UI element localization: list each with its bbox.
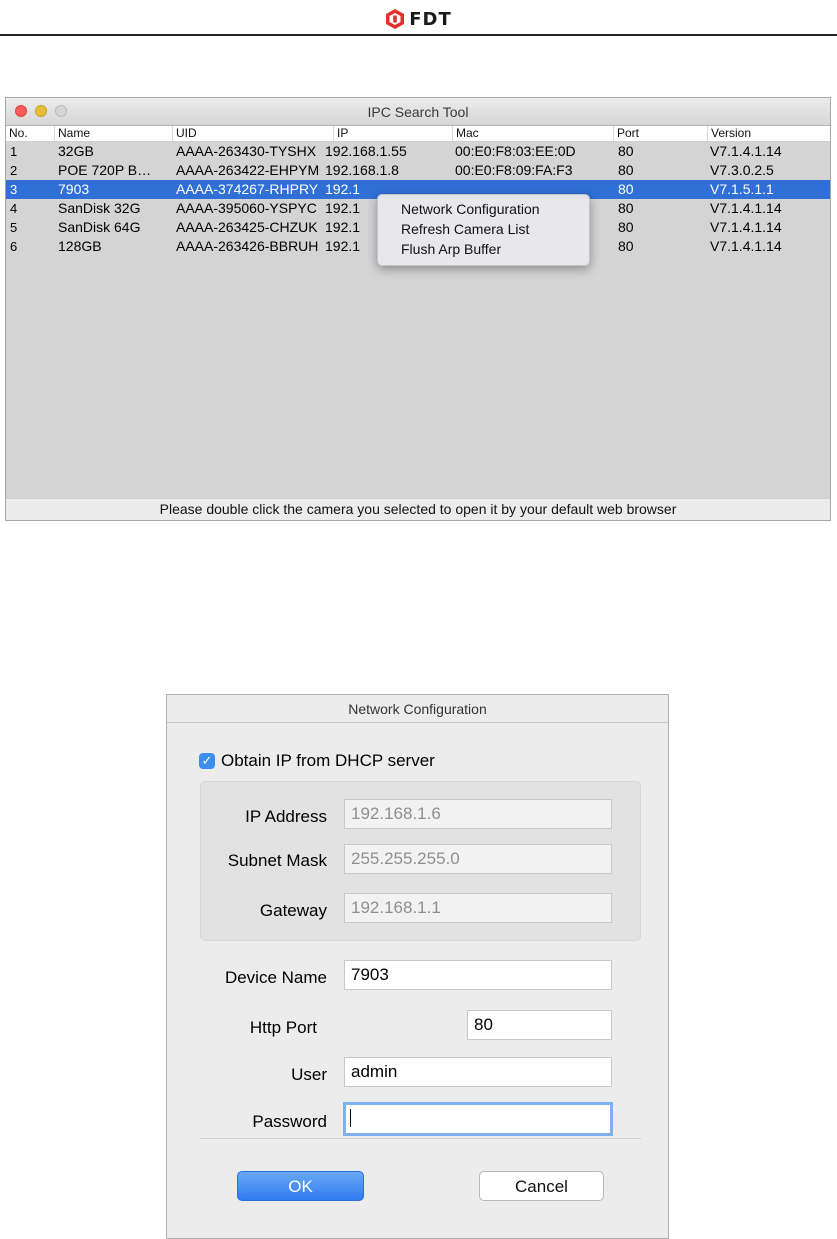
device-name-label: Device Name bbox=[224, 968, 327, 987]
column-no[interactable]: No. bbox=[6, 126, 54, 141]
http-port-field[interactable]: 80 bbox=[467, 1010, 612, 1040]
cell-port: 80 bbox=[618, 162, 634, 178]
cell-ip: 192.1 bbox=[325, 200, 361, 216]
cell-port: 80 bbox=[618, 181, 634, 197]
table-header: No. Name UID IP Mac Port Version bbox=[6, 126, 830, 142]
cell-version: V7.1.4.1.14 bbox=[710, 200, 782, 216]
cell-version: V7.1.5.1.1 bbox=[710, 181, 774, 197]
dhcp-checkbox[interactable]: ✓ bbox=[199, 753, 215, 769]
dhcp-option[interactable]: ✓ Obtain IP from DHCP server bbox=[199, 751, 435, 771]
cell-name: 128GB bbox=[58, 238, 102, 254]
password-field[interactable] bbox=[343, 1102, 613, 1136]
ok-button[interactable]: OK bbox=[237, 1171, 364, 1201]
cell-mac: 00:E0:F8:03:EE:0D bbox=[455, 143, 576, 159]
user-field[interactable]: admin bbox=[344, 1057, 612, 1087]
ipc-search-window: IPC Search Tool No. Name UID IP Mac Port… bbox=[5, 97, 831, 521]
column-uid[interactable]: UID bbox=[172, 126, 333, 141]
cell-no: 5 bbox=[10, 220, 18, 235]
cell-version: V7.1.4.1.14 bbox=[710, 238, 782, 254]
gateway-field[interactable]: 192.168.1.1 bbox=[344, 893, 612, 923]
window-titlebar[interactable]: IPC Search Tool bbox=[6, 98, 830, 126]
cell-name: SanDisk 64G bbox=[58, 219, 141, 235]
menu-item-flush-arp-buffer[interactable]: Flush Arp Buffer bbox=[401, 240, 501, 259]
cell-ip: 192.1 bbox=[325, 238, 361, 254]
device-name-field[interactable]: 7903 bbox=[344, 960, 612, 990]
dialog-title: Network Configuration bbox=[167, 695, 668, 723]
cell-ip: 192.168.1.8 bbox=[325, 162, 399, 178]
cell-no: 2 bbox=[10, 163, 18, 178]
cell-ip: 192.168.1.55 bbox=[325, 143, 407, 159]
header-divider bbox=[0, 34, 837, 36]
cell-uid: AAAA-263422-EHPYM bbox=[176, 162, 320, 178]
menu-item-network-configuration[interactable]: Network Configuration bbox=[401, 200, 540, 219]
cancel-button[interactable]: Cancel bbox=[479, 1171, 604, 1201]
cell-port: 80 bbox=[618, 200, 634, 216]
status-bar: Please double click the camera you selec… bbox=[6, 498, 830, 520]
column-name[interactable]: Name bbox=[54, 126, 172, 141]
cell-name: POE 720P B… bbox=[58, 162, 152, 178]
subnet-mask-field[interactable]: 255.255.255.0 bbox=[344, 844, 612, 874]
subnet-mask-label: Subnet Mask bbox=[227, 851, 327, 870]
text-caret bbox=[350, 1108, 351, 1127]
menu-item-refresh-camera-list[interactable]: Refresh Camera List bbox=[401, 220, 529, 239]
context-menu: Network Configuration Refresh Camera Lis… bbox=[377, 194, 590, 266]
cell-name: SanDisk 32G bbox=[58, 200, 141, 216]
cell-uid: AAAA-263430-TYSHX bbox=[176, 143, 317, 159]
column-ip[interactable]: IP bbox=[333, 126, 452, 141]
brand-text: FDT bbox=[409, 8, 452, 30]
cell-ip: 192.1 bbox=[325, 181, 361, 197]
column-mac[interactable]: Mac bbox=[452, 126, 613, 141]
cell-name: 32GB bbox=[58, 143, 94, 159]
cell-uid: AAAA-374267-RHPRY bbox=[176, 181, 319, 197]
http-port-label: Http Port bbox=[249, 1018, 317, 1037]
cell-no: 1 bbox=[10, 144, 18, 159]
cell-mac: 00:E0:F8:09:FA:F3 bbox=[455, 162, 573, 178]
cell-uid: AAAA-263425-CHZUK bbox=[176, 219, 318, 235]
user-label: User bbox=[291, 1065, 327, 1084]
cell-version: V7.1.4.1.14 bbox=[710, 143, 782, 159]
cell-no: 4 bbox=[10, 201, 18, 216]
cell-name: 7903 bbox=[58, 181, 90, 197]
password-label: Password bbox=[252, 1112, 327, 1131]
cell-no: 6 bbox=[10, 239, 18, 254]
window-title: IPC Search Tool bbox=[367, 104, 469, 120]
table-row[interactable]: 1 32GB AAAA-263430-TYSHX 192.168.1.55 00… bbox=[6, 142, 830, 161]
column-version[interactable]: Version bbox=[707, 126, 830, 141]
column-port[interactable]: Port bbox=[613, 126, 707, 141]
cell-port: 80 bbox=[618, 238, 634, 254]
brand-header: FDT bbox=[0, 4, 837, 34]
cell-version: V7.1.4.1.14 bbox=[710, 219, 782, 235]
dialog-divider bbox=[200, 1138, 641, 1139]
ip-address-field[interactable]: 192.168.1.6 bbox=[344, 799, 612, 829]
fdt-logo-icon bbox=[386, 9, 405, 29]
network-configuration-dialog: Network Configuration ✓ Obtain IP from D… bbox=[166, 694, 669, 1239]
cell-uid: AAAA-263426-BBRUH bbox=[176, 238, 319, 254]
table-row[interactable]: 2 POE 720P B… AAAA-263422-EHPYM 192.168.… bbox=[6, 161, 830, 180]
cell-ip: 192.1 bbox=[325, 219, 361, 235]
dhcp-label: Obtain IP from DHCP server bbox=[221, 751, 435, 770]
gateway-label: Gateway bbox=[259, 901, 327, 920]
cell-version: V7.3.0.2.5 bbox=[710, 162, 774, 178]
ip-address-label: IP Address bbox=[245, 807, 327, 826]
cell-uid: AAAA-395060-YSPYC bbox=[176, 200, 317, 216]
cell-port: 80 bbox=[618, 219, 634, 235]
cell-no: 3 bbox=[10, 182, 18, 197]
cell-port: 80 bbox=[618, 143, 634, 159]
